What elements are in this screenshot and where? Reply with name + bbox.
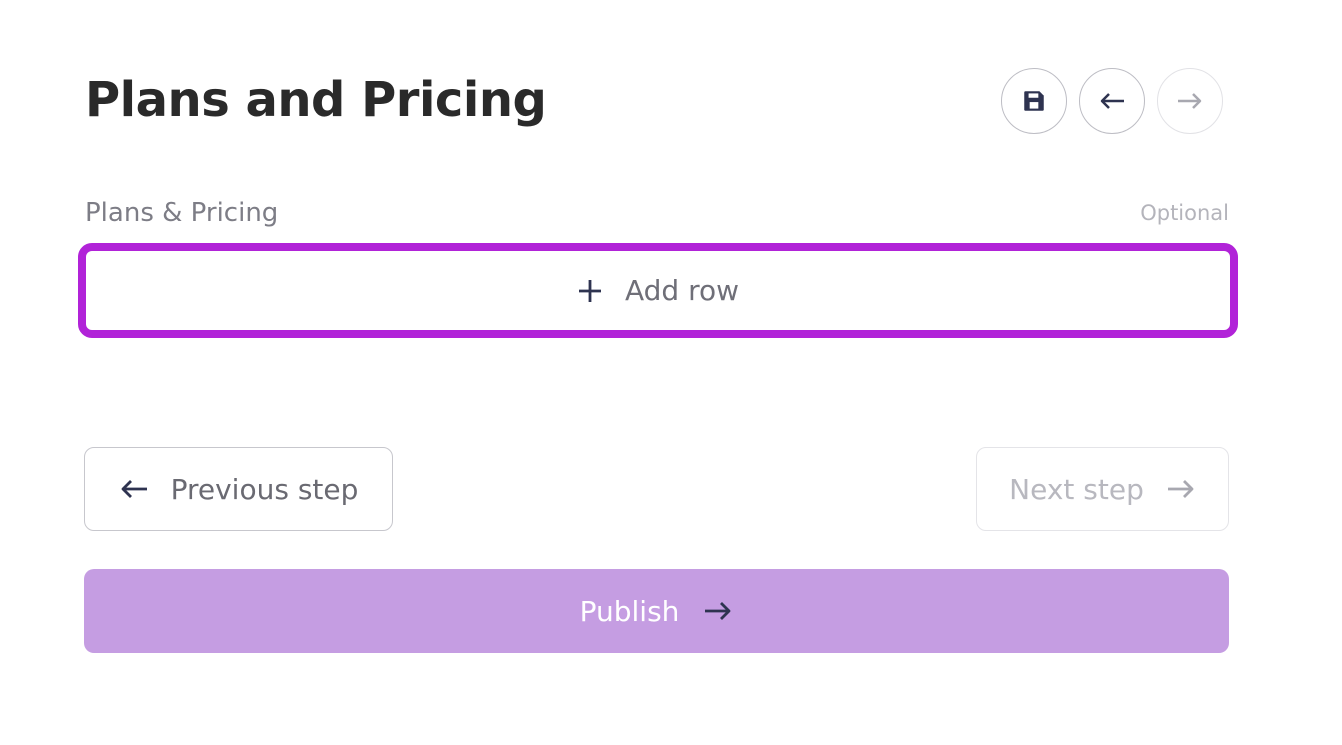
next-step-button[interactable]: Next step: [976, 447, 1229, 531]
plus-icon: [577, 278, 603, 304]
header-actions: [1001, 68, 1223, 134]
arrow-right-icon: [1166, 477, 1196, 501]
previous-step-label: Previous step: [170, 472, 359, 506]
optional-label: Optional: [1140, 201, 1229, 225]
next-step-label: Next step: [1009, 472, 1144, 506]
arrow-right-icon: [703, 599, 733, 623]
back-button[interactable]: [1079, 68, 1145, 134]
arrow-left-icon: [119, 477, 149, 501]
add-row-label: Add row: [624, 274, 740, 307]
publish-button[interactable]: Publish: [84, 569, 1229, 653]
arrow-right-icon: [1176, 90, 1204, 112]
page-title: Plans and Pricing: [85, 72, 547, 128]
arrow-left-icon: [1098, 90, 1126, 112]
publish-label: Publish: [579, 594, 680, 628]
save-icon: [1021, 88, 1047, 114]
section-label: Plans & Pricing: [85, 198, 279, 228]
plans-pricing-page: Plans and Pricing Plans & Pricing Option…: [0, 0, 1342, 745]
add-row-button[interactable]: Add row: [78, 243, 1238, 338]
save-button[interactable]: [1001, 68, 1067, 134]
forward-button[interactable]: [1157, 68, 1223, 134]
previous-step-button[interactable]: Previous step: [84, 447, 393, 531]
